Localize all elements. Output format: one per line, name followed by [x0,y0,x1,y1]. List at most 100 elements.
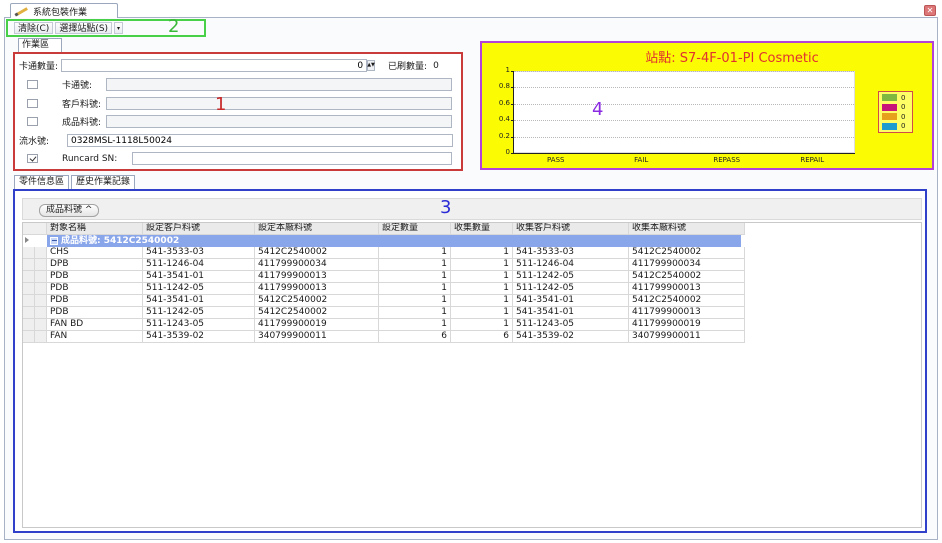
collapse-icon[interactable]: − [50,237,58,245]
table-cell: 511-1246-04 [513,259,629,271]
chart-gridline [514,71,854,72]
legend-swatch [882,113,897,121]
bottom-tabs: 零件信息區 歷史作業記錄 [14,175,136,190]
group-by-bar: 成品料號 ^ [22,198,922,220]
serial-label: 流水號: [19,137,50,147]
chart-y-tick-mark [511,87,514,89]
table-cell: 1 [451,283,513,295]
table-cell: 1 [451,295,513,307]
table-row[interactable]: PDB 511-1242-05 411799900013 1 1 511-1242-05 4… [23,283,745,295]
card-count-field[interactable] [61,59,368,72]
window-tab[interactable]: 系統包裝作業 [10,3,118,18]
table-row[interactable]: PDB 541-3541-01 5412C2540002 1 1 541-3541-01 5… [23,295,745,307]
chart-legend: 0000 [878,91,913,133]
chart-y-tick-mark [511,71,514,72]
table-cell: 411799900013 [629,283,745,295]
table-row[interactable]: PDB 511-1242-05 5412C2540002 1 1 541-3541-01 4… [23,307,745,319]
table-cell: PDB [47,307,143,319]
table-row[interactable]: CHS 541-3533-03 5412C2540002 1 1 541-3533-03 5… [23,247,745,259]
close-icon[interactable]: ✕ [924,5,936,16]
legend-value: 0 [901,103,906,112]
table-cell: 541-3541-01 [143,271,255,283]
window-tab-title: 系統包裝作業 [33,7,88,18]
legend-swatch [882,122,897,130]
annotation-4: 4 [592,99,604,120]
annotation-2: 2 [168,16,180,37]
row-indicator [23,271,35,283]
select-station-button[interactable]: 選擇站點(S) [55,22,113,34]
table-cell: 5412C2540002 [255,295,379,307]
runcard-checkbox[interactable] [27,154,38,163]
product-part-field[interactable] [106,115,452,128]
legend-item: 0 [882,94,912,102]
card-no-field[interactable] [106,78,452,91]
tab-work-area[interactable]: 作業區 [18,38,62,52]
chart-x-axis [513,153,855,154]
product-part-label: 成品料號: [62,118,102,128]
column-header[interactable]: 收集客戶料號 [513,223,629,235]
table-cell: 511-1243-05 [513,319,629,331]
legend-value: 0 [901,93,906,102]
grid-header: 對象名稱 設定客戶料號 設定本廠料號 設定數量 收集數量 收集客戶料號 收集本廠料號 [23,223,745,235]
legend-item: 0 [882,122,912,130]
table-cell: 5412C2540002 [255,247,379,259]
row-indent [35,295,47,307]
table-cell: 1 [451,259,513,271]
group-chip-product-part[interactable]: 成品料號 ^ [39,204,100,217]
chart-x-tick-label: PASS [547,156,565,164]
runcard-field[interactable] [132,152,452,165]
card-no-checkbox[interactable] [27,80,38,89]
table-cell: 541-3533-03 [513,247,629,259]
table-row[interactable]: DPB 511-1246-04 411799900034 1 1 511-1246-04 4… [23,259,745,271]
row-indicator [23,283,35,295]
table-cell: 411799900013 [629,307,745,319]
table-cell: 411799900034 [255,259,379,271]
table-cell: 340799900011 [629,331,745,343]
chart-gridline [514,120,854,122]
table-cell: 541-3539-02 [143,331,255,343]
table-cell: 1 [451,271,513,283]
table-cell: 340799900011 [255,331,379,343]
table-row[interactable]: PDB 541-3541-01 411799900013 1 1 511-1242-05 5… [23,271,745,283]
legend-swatch [882,103,897,111]
scanned-count-value: 0 [433,60,439,71]
column-header[interactable]: 收集本廠料號 [629,223,745,235]
row-indent [35,307,47,319]
serial-field[interactable] [67,134,453,147]
column-header[interactable]: 設定數量 [379,223,451,235]
parts-grid: 對象名稱 設定客戶料號 設定本廠料號 設定數量 收集數量 收集客戶料號 收集本廠料號 − 成… [22,222,922,528]
chart-gridline [514,87,854,89]
column-header[interactable]: 設定本廠料號 [255,223,379,235]
card-no-label: 卡通號: [62,81,93,91]
customer-part-checkbox[interactable] [27,99,38,108]
table-cell: CHS [47,247,143,259]
customer-part-field[interactable] [106,97,452,110]
group-row[interactable]: − 成品料號: 5412C2540002 [47,235,741,247]
row-indicator [23,319,35,331]
column-header[interactable]: 收集數量 [451,223,513,235]
runcard-label: Runcard SN: [62,153,118,164]
table-cell: 1 [379,283,451,295]
tab-part-info[interactable]: 零件信息區 [14,175,70,190]
clear-button[interactable]: 清除(C) [14,22,54,34]
table-cell: 1 [379,247,451,259]
row-indicator [23,247,35,259]
tab-history[interactable]: 歷史作業記錄 [71,175,136,189]
chart-x-tick-label: FAIL [634,156,649,164]
column-header[interactable]: 設定客戶料號 [143,223,255,235]
table-cell: 5412C2540002 [629,295,745,307]
chevron-down-icon[interactable]: ▾ [114,22,124,34]
column-header[interactable]: 對象名稱 [47,223,143,235]
row-indicator [23,331,35,343]
grid-header-indicator [23,223,47,235]
chart-y-axis [513,71,514,154]
chart-gridline [514,103,854,105]
chart-title: 站點: S7-4F-01-PI Cosmetic [645,51,819,66]
card-count-stepper[interactable]: ▲▼ [367,60,376,71]
table-row[interactable]: FAN 541-3539-02 340799900011 6 6 541-3539-02 3… [23,331,745,343]
table-row[interactable]: FAN BD 511-1243-05 411799900019 1 1 511-1243-… [23,319,745,331]
chart-y-tick-label: 0.6 [498,98,510,107]
table-cell: 1 [379,259,451,271]
table-cell: 541-3541-01 [513,307,629,319]
product-part-checkbox[interactable] [27,117,38,126]
